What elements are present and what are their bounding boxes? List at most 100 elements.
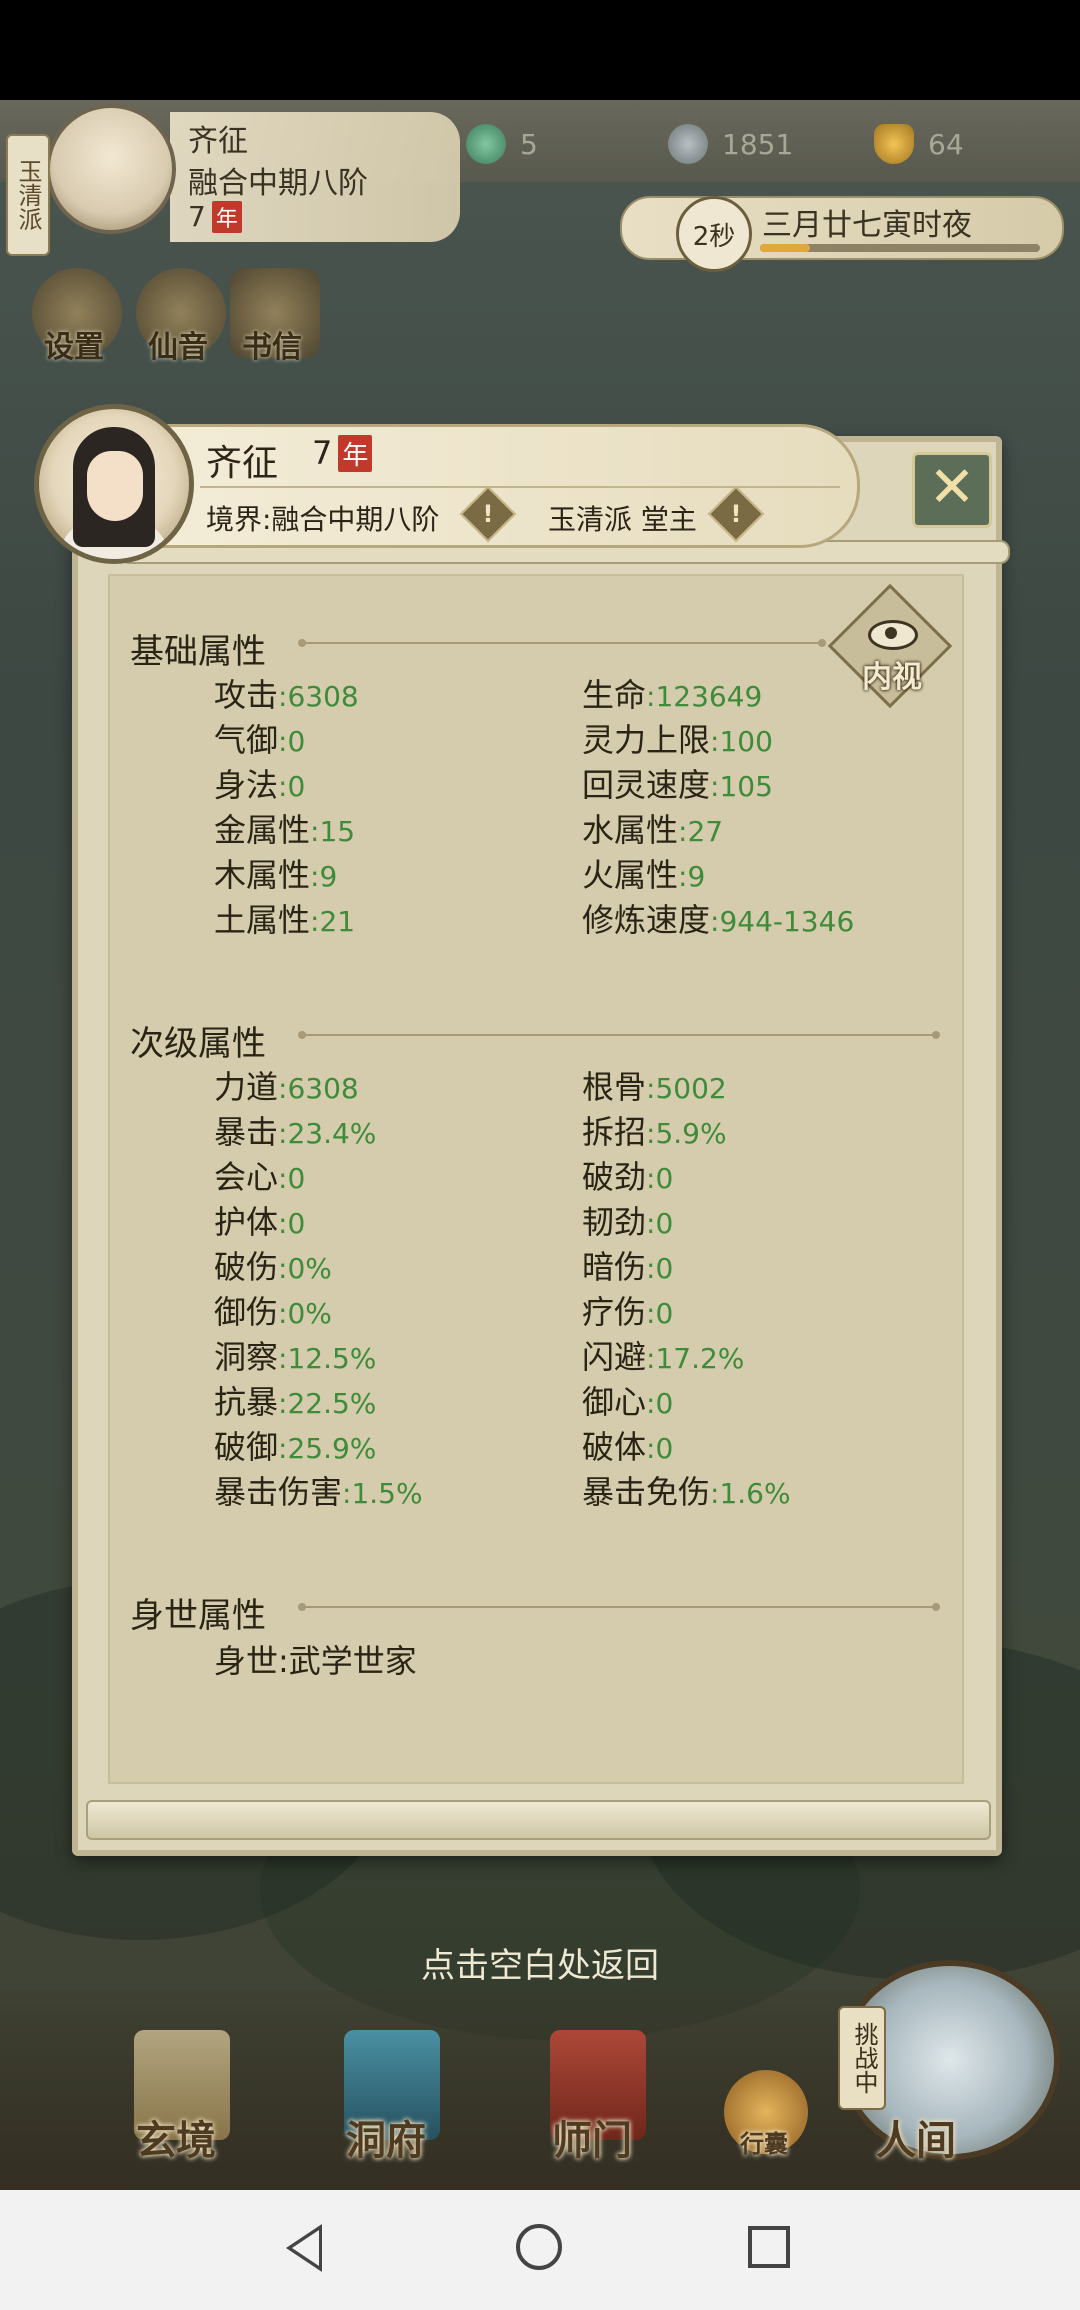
hud-avatar[interactable] xyxy=(46,104,176,234)
resource-gold-ingot[interactable]: 64 xyxy=(874,124,964,164)
attribute-item: 灵力上限:100 xyxy=(582,715,773,761)
character-age-unit: 年 xyxy=(338,435,373,472)
attribute-label: 洞察 xyxy=(214,1338,279,1376)
attribute-value: :0 xyxy=(646,1297,674,1330)
hud-age-value: 7 xyxy=(188,200,206,233)
attribute-label: 回灵速度 xyxy=(582,766,711,804)
immortal-voice-label: 仙音 xyxy=(148,330,208,365)
coin-icon xyxy=(668,124,708,164)
background-label: 身世 xyxy=(214,1642,279,1680)
attribute-label: 御心 xyxy=(582,1383,647,1421)
attribute-item: 火属性:9 xyxy=(582,850,705,896)
character-age-value: 7 xyxy=(312,434,333,472)
attribute-value: :5.9% xyxy=(646,1117,727,1150)
attribute-value: :6308 xyxy=(278,680,359,713)
hud-age-unit: 年 xyxy=(211,201,242,233)
status-bar xyxy=(0,0,1080,100)
resource-spirit-stone[interactable]: 5 xyxy=(466,124,538,164)
attribute-item: 暗伤:0 xyxy=(582,1242,673,1288)
attribute-value: :9 xyxy=(678,860,706,893)
attribute-item: 破伤:0% xyxy=(214,1242,332,1288)
attribute-value: :105 xyxy=(710,770,773,803)
game-time-text: 三月廿七寅时夜 xyxy=(762,208,972,243)
attribute-value: :0 xyxy=(278,1162,306,1195)
back-icon[interactable] xyxy=(286,2224,322,2272)
attribute-value: :27 xyxy=(678,815,724,848)
attribute-item: 韧劲:0 xyxy=(582,1197,673,1243)
header-divider xyxy=(200,486,840,488)
background-attribute: 身世:武学世家 xyxy=(214,1636,417,1682)
warn-symbol: ! xyxy=(730,500,742,528)
attribute-value: :0 xyxy=(278,1207,306,1240)
realm-label: 境界:融合中期八阶 xyxy=(206,503,440,536)
home-icon[interactable] xyxy=(516,2224,562,2270)
attribute-item: 暴击伤害:1.5% xyxy=(214,1467,423,1513)
letter-label: 书信 xyxy=(242,330,302,365)
resource-value: 5 xyxy=(520,127,538,161)
challenge-tag: 挑战中 xyxy=(838,2006,886,2110)
attribute-label: 力道 xyxy=(214,1068,279,1106)
attribute-value: :23.4% xyxy=(278,1117,377,1150)
attribute-label: 攻击 xyxy=(214,676,279,714)
attribute-label: 护体 xyxy=(214,1203,279,1241)
attribute-value: :1.5% xyxy=(342,1477,423,1510)
nav-label-xuanjing[interactable]: 玄境 xyxy=(136,2108,216,2166)
nav-label-shimen[interactable]: 师门 xyxy=(552,2108,632,2166)
attribute-item: 御伤:0% xyxy=(214,1287,332,1333)
close-button[interactable]: ✕ xyxy=(912,452,992,528)
attribute-item: 身法:0 xyxy=(214,760,305,806)
resource-value: 1851 xyxy=(722,127,794,161)
attribute-value: :9 xyxy=(310,860,338,893)
attribute-item: 破体:0 xyxy=(582,1422,673,1468)
attribute-item: 护体:0 xyxy=(214,1197,305,1243)
attribute-item: 回灵速度:105 xyxy=(582,760,773,806)
attribute-label: 火属性 xyxy=(582,856,679,894)
attribute-label: 御伤 xyxy=(214,1293,279,1331)
section-divider xyxy=(298,1031,940,1039)
attribute-value: :17.2% xyxy=(646,1342,745,1375)
attribute-label: 身法 xyxy=(214,766,279,804)
nav-label-xingnang[interactable]: 行囊 xyxy=(740,2124,788,2159)
attribute-value: :1.6% xyxy=(710,1477,791,1510)
attribute-item: 木属性:9 xyxy=(214,850,337,896)
attribute-item: 疗伤:0 xyxy=(582,1287,673,1333)
character-name: 齐征 xyxy=(206,443,279,484)
attribute-value: :0% xyxy=(278,1297,332,1330)
attribute-label: 水属性 xyxy=(582,811,679,849)
attribute-label: 破劲 xyxy=(582,1158,647,1196)
attribute-label: 破御 xyxy=(214,1428,279,1466)
attribute-value: :0 xyxy=(646,1207,674,1240)
attribute-value: :0% xyxy=(278,1252,332,1285)
attribute-item: 气御:0 xyxy=(214,715,305,761)
gold-ingot-icon xyxy=(874,124,914,164)
attribute-value: :0 xyxy=(646,1252,674,1285)
resource-value: 64 xyxy=(928,127,964,161)
attribute-item: 水属性:27 xyxy=(582,805,723,851)
attribute-value: :100 xyxy=(710,725,773,758)
resource-coin[interactable]: 1851 xyxy=(668,124,793,164)
attribute-label: 拆招 xyxy=(582,1113,647,1151)
nav-label-renjian[interactable]: 人间 xyxy=(876,2108,956,2166)
attribute-value: :0 xyxy=(278,725,306,758)
attribute-label: 暗伤 xyxy=(582,1248,647,1286)
attribute-item: 修炼速度:944-1346 xyxy=(582,895,854,941)
recent-apps-icon[interactable] xyxy=(748,2226,790,2268)
attribute-label: 破体 xyxy=(582,1428,647,1466)
attribute-label: 修炼速度 xyxy=(582,901,711,939)
attribute-item: 生命:123649 xyxy=(582,670,762,716)
attribute-value: :5002 xyxy=(646,1072,727,1105)
attribute-label: 土属性 xyxy=(214,901,311,939)
attribute-value: :0 xyxy=(646,1432,674,1465)
attribute-item: 破御:25.9% xyxy=(214,1422,376,1468)
attribute-item: 抗暴:22.5% xyxy=(214,1377,376,1423)
nav-label-dongfu[interactable]: 洞府 xyxy=(346,2108,426,2166)
attribute-label: 闪避 xyxy=(582,1338,647,1376)
attribute-item: 攻击:6308 xyxy=(214,670,359,716)
attribute-item: 土属性:21 xyxy=(214,895,355,941)
attribute-label: 抗暴 xyxy=(214,1383,279,1421)
attribute-value: :6308 xyxy=(278,1072,359,1105)
attribute-label: 木属性 xyxy=(214,856,311,894)
time-progress-bar xyxy=(760,244,1040,252)
attribute-value: :0 xyxy=(646,1162,674,1195)
attribute-label: 疗伤 xyxy=(582,1293,647,1331)
